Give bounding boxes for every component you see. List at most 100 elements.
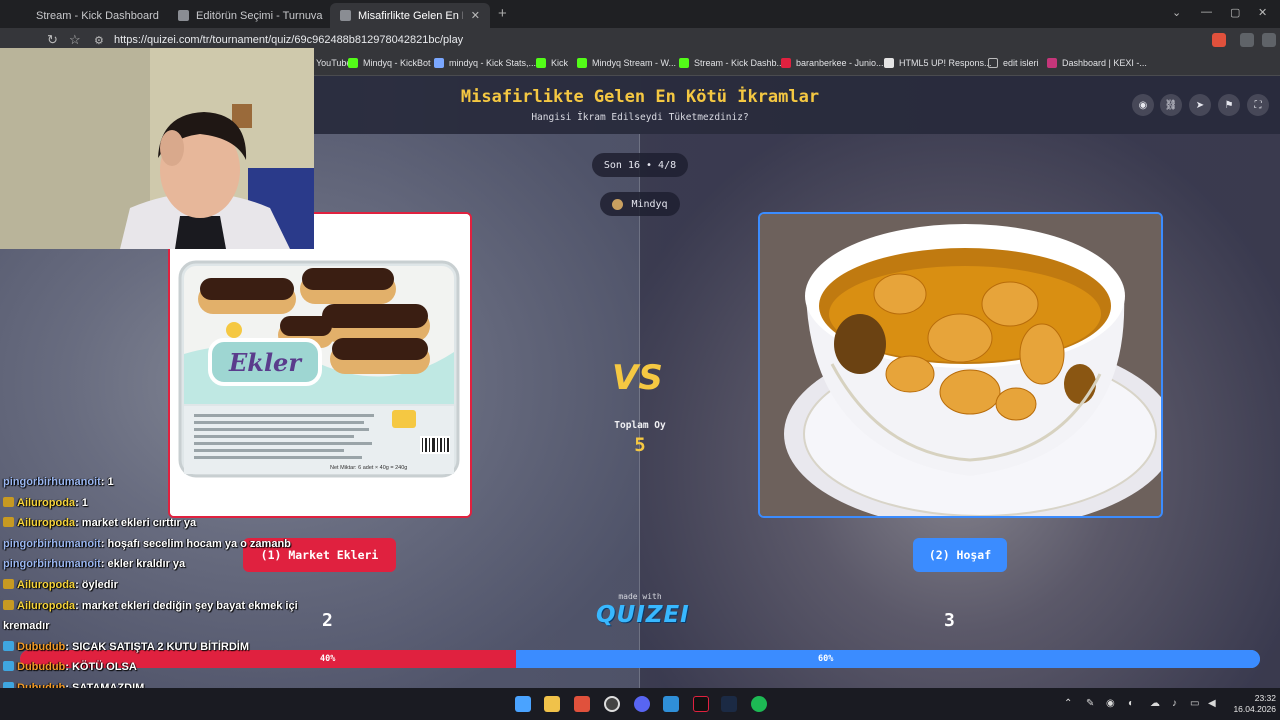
chat-text: : 1: [100, 476, 114, 488]
right-option-image[interactable]: [758, 212, 1163, 518]
chat-message: pingorbirhumanoit: 1: [3, 476, 114, 488]
new-tab-icon[interactable]: +: [498, 5, 507, 22]
chat-text: : market ekleri cırttır ya: [75, 517, 197, 529]
url-field[interactable]: https://quizei.com/tr/tournament/quiz/69…: [114, 34, 463, 46]
clock-date: 16.04.2026: [1233, 704, 1276, 714]
chat-username[interactable]: pingorbirhumanoit: [3, 476, 101, 488]
kick-icon: [348, 58, 358, 68]
kick-icon: [536, 58, 546, 68]
quizei-logo[interactable]: QUIZEI: [596, 602, 689, 628]
bookmark-kexi[interactable]: Dashboard | KEXI -...: [1047, 58, 1147, 68]
tab-quizei-editor[interactable]: Editörün Seçimi - Turnuva - Quizei: [168, 3, 326, 28]
left-option-image[interactable]: Ekler Net Miktar: 6 adet × 40g = 240g: [168, 212, 472, 518]
close-tab-icon[interactable]: ✕: [463, 9, 480, 22]
chat-badge-icon: [3, 517, 14, 527]
bookmark-kickbot[interactable]: Mindyq - KickBot: [348, 58, 431, 68]
chat-username[interactable]: Ailuropoda: [17, 579, 75, 591]
steam-icon[interactable]: [721, 696, 737, 712]
folder-icon: [988, 58, 998, 68]
chat-username[interactable]: pingorbirhumanoit: [3, 538, 101, 550]
discord-tray-icon[interactable]: ◉: [1106, 698, 1115, 709]
app-icon[interactable]: [693, 696, 709, 712]
send-icon[interactable]: ➤: [1189, 94, 1211, 116]
chat-message: Dubudub: KÖTÜ OLSA: [3, 661, 137, 673]
bookmark-kick-stats[interactable]: mindyq - Kick Stats,...: [434, 58, 536, 68]
bookmark-stream-dashboard[interactable]: Stream - Kick Dashb...: [679, 58, 784, 68]
choose-right-button[interactable]: (2) Hoşaf: [913, 538, 1007, 572]
spotify-icon[interactable]: [751, 696, 767, 712]
tab-kick-dashboard[interactable]: Stream - Kick Dashboard: [26, 3, 165, 28]
eye-icon[interactable]: ◉: [1132, 94, 1154, 116]
start-icon[interactable]: [515, 696, 531, 712]
chat-username[interactable]: pingorbirhumanoit: [3, 558, 101, 570]
chat-message: Ailuropoda: market ekleri cırttır ya: [3, 517, 196, 529]
bookmark-kick[interactable]: Kick: [536, 58, 568, 68]
maximize-icon[interactable]: ▢: [1230, 6, 1240, 19]
network-icon[interactable]: ▭: [1190, 698, 1199, 709]
fullscreen-icon[interactable]: ⛶: [1247, 94, 1269, 116]
avatar: [612, 198, 624, 210]
system-clock[interactable]: 23:32 16.04.2026: [1226, 693, 1276, 715]
total-votes-label: Toplam Oy: [614, 420, 666, 431]
chat-username[interactable]: Ailuropoda: [17, 600, 75, 612]
chat-text: kremadır: [3, 620, 50, 632]
menu-icon[interactable]: [1262, 33, 1276, 47]
left-percent-label: 40%: [320, 654, 336, 664]
chat-badge-icon: [3, 661, 14, 671]
steam-tray-icon[interactable]: ◐: [1128, 698, 1134, 709]
quizei-favicon-icon: [178, 10, 189, 21]
cloud-icon[interactable]: ☁: [1150, 698, 1160, 709]
obs-icon[interactable]: [604, 696, 620, 712]
vscode-icon[interactable]: [663, 696, 679, 712]
chat-message: Ailuropoda: 1: [3, 497, 88, 509]
quizei-favicon-icon: [340, 10, 351, 21]
file-explorer-icon[interactable]: [544, 696, 560, 712]
tab-quiz-active[interactable]: Misafirlikte Gelen En Kötü İkramla ✕: [330, 3, 490, 28]
bookmark-edit-isleri[interactable]: edit isleri: [988, 58, 1039, 68]
bookmark-baranberkee[interactable]: baranberkee - Junio...: [781, 58, 884, 68]
close-window-icon[interactable]: ✕: [1258, 6, 1267, 19]
share-link-icon[interactable]: ⛓: [1160, 94, 1182, 116]
chat-username[interactable]: Ailuropoda: [17, 497, 75, 509]
right-percent-label: 60%: [818, 654, 834, 664]
bookmark-mindyq-stream[interactable]: Mindyq Stream - W...: [577, 58, 676, 68]
chat-badge-icon: [3, 641, 14, 651]
clock-time: 23:32: [1254, 693, 1276, 703]
html5up-icon: [884, 58, 894, 68]
eclair-package-image: Ekler Net Miktar: 6 adet × 40g = 240g: [170, 214, 470, 516]
chat-username[interactable]: Dubudub: [17, 661, 65, 673]
chat-message: Dubudub: SICAK SATIŞTA 2 KUTU BİTİRDİM: [3, 641, 249, 653]
extensions-icon[interactable]: [1240, 33, 1254, 47]
product-brand-text: Ekler: [228, 348, 303, 377]
bookmark-label: HTML5 UP! Respons...: [899, 58, 992, 68]
chat-text: : KÖTÜ OLSA: [65, 661, 137, 673]
chat-badge-icon: [3, 600, 14, 610]
site-settings-icon[interactable]: ⚙: [94, 34, 104, 47]
user-name: Mindyq: [631, 198, 668, 210]
brave-browser-icon[interactable]: [574, 696, 590, 712]
volume-icon[interactable]: ◀: [1208, 698, 1216, 709]
reload-icon[interactable]: ↻: [47, 32, 58, 48]
chat-message: kremadır: [3, 620, 49, 632]
bookmark-youtube[interactable]: YouTube: [316, 58, 351, 68]
minimize-icon[interactable]: —: [1201, 6, 1212, 18]
microphone-icon[interactable]: ♪: [1172, 698, 1177, 709]
bookmark-html5up[interactable]: HTML5 UP! Respons...: [884, 58, 992, 68]
bookmark-label: edit isleri: [1003, 58, 1039, 68]
pen-icon[interactable]: ✎: [1086, 698, 1094, 709]
tray-overflow-icon[interactable]: ⌃: [1064, 698, 1072, 709]
chat-username[interactable]: Dubudub: [17, 641, 65, 653]
taskbar: ⌃ ✎ ◉ ◐ ☁ ♪ ▭ ◀ 23:32 16.04.2026: [0, 688, 1280, 720]
total-votes-value: 5: [634, 434, 646, 456]
bookmark-label: baranberkee - Junio...: [796, 58, 884, 68]
tab-search-icon[interactable]: ⌄: [1172, 6, 1181, 19]
round-indicator: Son 16 • 4/8: [592, 153, 688, 177]
kick-icon: [577, 58, 587, 68]
flag-icon[interactable]: ⚑: [1218, 94, 1240, 116]
user-pill: Mindyq: [600, 192, 680, 216]
chat-username[interactable]: Ailuropoda: [17, 517, 75, 529]
bookmark-icon[interactable]: ☆: [69, 32, 81, 48]
hosaf-bowl-image: [760, 214, 1161, 516]
brave-shield-icon[interactable]: [1212, 33, 1226, 47]
discord-icon[interactable]: [634, 696, 650, 712]
